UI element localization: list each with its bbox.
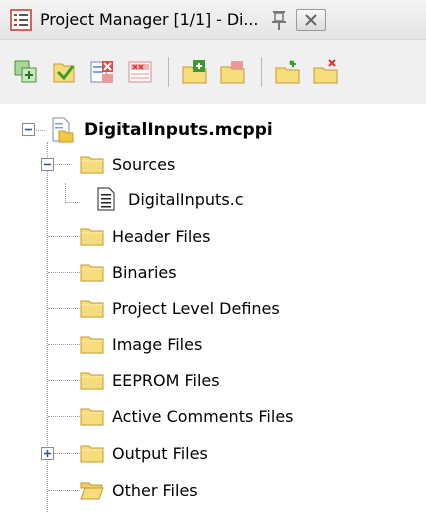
add-folder-button[interactable] — [179, 56, 211, 88]
add-file-button[interactable] — [272, 56, 304, 88]
tree-item-output-files[interactable]: Output Files — [80, 436, 208, 470]
project-file-icon — [52, 117, 74, 143]
project-tree: DigitalInputs.mcppi Sources DigitalInput… — [0, 104, 426, 513]
build-project-button[interactable] — [48, 56, 80, 88]
build-project-icon — [53, 63, 75, 83]
tree-item-label: DigitalInputs.c — [128, 189, 244, 209]
close-button[interactable] — [296, 8, 327, 31]
tree-item-label: Other Files — [112, 480, 198, 500]
folder-icon — [80, 156, 104, 174]
folder-icon — [80, 300, 104, 318]
close-icon — [305, 13, 318, 26]
tree-item-label: Sources — [112, 154, 176, 174]
remove-file-icon — [90, 61, 113, 83]
tree-item-label: EEPROM Files — [112, 370, 220, 390]
remove-all-files-button[interactable] — [124, 56, 156, 88]
tree-item-other-files[interactable]: Other Files — [80, 473, 198, 507]
copy-project-button[interactable] — [10, 56, 42, 88]
toolbar-separator — [261, 57, 262, 87]
tree-item-source-file[interactable]: DigitalInputs.c — [96, 182, 244, 216]
output-files-expand-toggle[interactable] — [41, 447, 54, 460]
title-bar: Project Manager [1/1] - Di... — [0, 0, 426, 40]
remove-all-files-icon — [128, 61, 152, 83]
tree-item-image-files[interactable]: Image Files — [80, 327, 202, 361]
tree-item-project[interactable]: DigitalInputs.mcppi — [50, 113, 273, 147]
tree-item-header-files[interactable]: Header Files — [80, 219, 210, 253]
tree-item-project-level-defines[interactable]: Project Level Defines — [80, 291, 280, 325]
window-title: Project Manager [1/1] - Di... — [40, 10, 259, 29]
remove-folder-button[interactable] — [217, 56, 249, 88]
delete-file-icon — [313, 59, 338, 84]
tree-item-active-comments-files[interactable]: Active Comments Files — [80, 399, 294, 433]
pin-icon[interactable] — [270, 9, 288, 31]
add-folder-icon — [182, 60, 207, 84]
tree-item-label: Image Files — [112, 334, 203, 354]
tree-item-label: Header Files — [112, 226, 211, 246]
sources-collapse-toggle[interactable] — [41, 158, 54, 171]
folder-icon — [80, 336, 104, 354]
minus-icon — [25, 128, 32, 131]
remove-file-button[interactable] — [86, 56, 118, 88]
folder-icon — [80, 228, 104, 246]
tree-item-label: Binaries — [112, 262, 177, 282]
tree-item-sources[interactable]: Sources — [80, 147, 175, 181]
list-icon — [10, 8, 32, 31]
add-file-icon — [275, 60, 300, 84]
remove-folder-icon — [220, 61, 245, 84]
toolbar-separator — [168, 57, 169, 87]
open-folder-icon — [80, 482, 104, 500]
document-icon — [97, 187, 115, 211]
folder-icon — [80, 372, 104, 390]
folder-icon — [80, 445, 104, 463]
plus-icon — [44, 450, 51, 457]
tree-item-binaries[interactable]: Binaries — [80, 255, 177, 289]
minus-icon — [44, 163, 51, 166]
tree-item-label: Output Files — [112, 443, 208, 463]
project-name: DigitalInputs.mcppi — [84, 120, 273, 140]
tree-item-label: Active Comments Files — [112, 406, 294, 426]
tree-item-eeprom-files[interactable]: EEPROM Files — [80, 363, 220, 397]
folder-icon — [80, 264, 104, 282]
project-collapse-toggle[interactable] — [22, 123, 35, 136]
copy-project-icon — [14, 60, 37, 83]
delete-file-button[interactable] — [310, 56, 342, 88]
folder-icon — [80, 408, 104, 426]
toolbar — [0, 40, 426, 104]
tree-item-label: Project Level Defines — [112, 298, 280, 318]
